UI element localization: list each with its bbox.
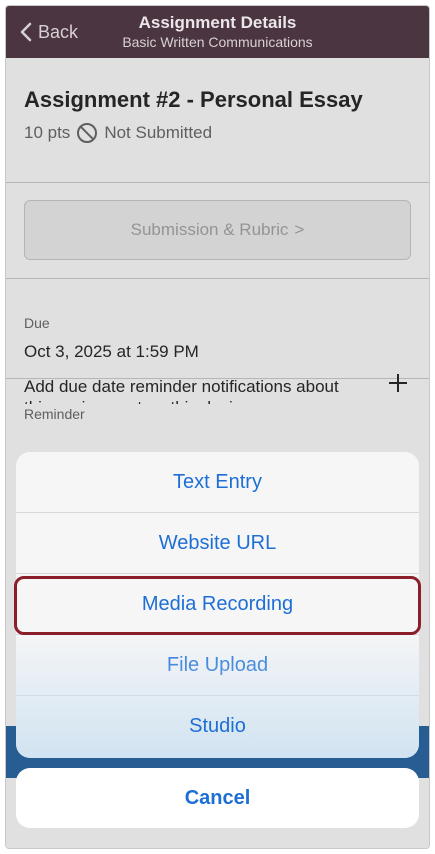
option-file-upload[interactable]: File Upload xyxy=(16,635,419,696)
assignment-header: Assignment #2 - Personal Essay 10 pts No… xyxy=(24,86,411,144)
option-text-entry[interactable]: Text Entry xyxy=(16,452,419,513)
course-subtitle: Basic Written Communications xyxy=(122,34,313,50)
submission-rubric-button[interactable]: Submission & Rubric > xyxy=(24,200,411,260)
reminder-label: Reminder xyxy=(24,406,85,422)
due-label: Due xyxy=(24,315,50,331)
submission-rubric-label: Submission & Rubric xyxy=(130,220,289,239)
assignment-meta: 10 pts Not Submitted xyxy=(24,122,411,144)
due-date-value: Oct 3, 2025 at 1:59 PM xyxy=(24,342,199,361)
navigation-bar: Back Assignment Details Basic Written Co… xyxy=(6,6,429,58)
option-studio[interactable]: Studio xyxy=(16,696,419,757)
assignment-title: Assignment #2 - Personal Essay xyxy=(24,87,363,112)
submission-status: Not Submitted xyxy=(104,123,213,142)
chevron-right-icon: > xyxy=(294,220,305,239)
option-media-recording[interactable]: Media Recording xyxy=(16,574,419,635)
nav-titles: Assignment Details Basic Written Communi… xyxy=(6,13,429,51)
submission-type-action-sheet: Text Entry Website URL Media Recording F… xyxy=(16,452,419,758)
add-reminder-icon[interactable] xyxy=(387,372,409,394)
divider xyxy=(6,278,429,279)
not-submitted-icon xyxy=(77,123,98,143)
divider xyxy=(6,182,429,183)
page-title: Assignment Details xyxy=(138,13,297,32)
app-screen: Back Assignment Details Basic Written Co… xyxy=(5,5,430,849)
option-website-url[interactable]: Website URL xyxy=(16,513,419,574)
cancel-button[interactable]: Cancel xyxy=(16,768,419,828)
points-label: 10 pts xyxy=(24,123,71,142)
reminder-description: Add due date reminder notifications abou… xyxy=(24,377,339,404)
